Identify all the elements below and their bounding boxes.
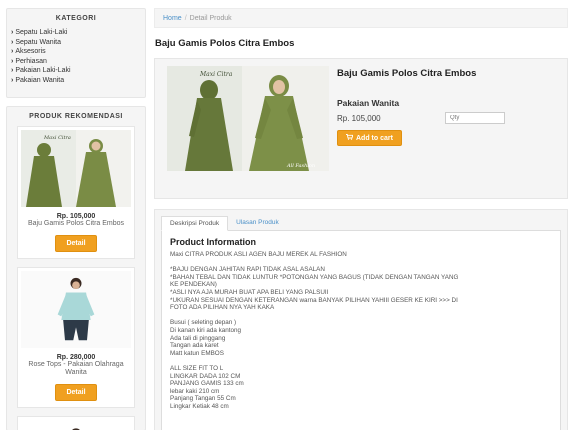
description-line: *BAJU DENGAN JAHITAN RAPI TIDAK ASAL ASA… bbox=[170, 266, 325, 274]
recommended-card: Maxi Citra Rp. 105,000 Baju Gamis Polos … bbox=[17, 126, 135, 259]
description-line: *ASLI NYA AJA MURAH BUAT APA BELI YANG P… bbox=[170, 288, 329, 296]
description-line bbox=[170, 357, 552, 365]
description-line: Di kanan kiri ada kantong bbox=[170, 326, 242, 334]
description-line: LINGKAR DADA 102 CM bbox=[170, 372, 241, 380]
description-line: FOTO ADA PILIHAN NYA YAH KAKA bbox=[170, 304, 275, 312]
category-item-sepatu-laki-laki[interactable]: › Sepatu Laki-Laki bbox=[11, 28, 141, 38]
category-label: Pakaian Wanita bbox=[15, 76, 65, 84]
rose-tops-photo bbox=[21, 273, 131, 345]
page-title: Baju Gamis Polos Citra Embos bbox=[155, 38, 295, 49]
chevron-right-icon: › bbox=[11, 76, 14, 84]
tab-deskripsi-produk[interactable]: Deskripsi Produk bbox=[161, 216, 229, 231]
product-image-brand: Maxi Citra bbox=[199, 71, 233, 78]
product-category: Pakaian Wanita bbox=[337, 98, 400, 108]
description-line bbox=[170, 312, 552, 320]
category-item-perhiasan[interactable]: › Perhiasan bbox=[11, 57, 141, 67]
description-line: ALL SIZE FIT TO L bbox=[170, 364, 224, 372]
recommended-product-image[interactable] bbox=[21, 419, 131, 430]
product-main-image[interactable]: Maxi Citra All Fashion bbox=[167, 66, 329, 171]
chevron-right-icon: › bbox=[11, 48, 14, 55]
category-label: Aksesoris bbox=[15, 48, 46, 55]
description-box: Deskripsi Produk Ulasan Produk Product I… bbox=[154, 209, 568, 430]
category-item-pakaian-laki-laki[interactable]: › Pakaian Laki-Laki bbox=[11, 66, 141, 76]
description-line: Tangan ada karet bbox=[170, 342, 219, 350]
chevron-right-icon: › bbox=[11, 67, 14, 74]
description-line: Panjang Tangan 55 Cm bbox=[170, 395, 236, 403]
category-item-sepatu-wanita[interactable]: › Sepatu Wanita bbox=[11, 38, 141, 48]
category-list: › Sepatu Laki-Laki › Sepatu Wanita › Akseso… bbox=[11, 28, 141, 85]
recommended-name[interactable]: Rose Tops - Pakaian Olahraga Wanita bbox=[21, 361, 131, 378]
breadcrumb: Home / Detail Produk bbox=[154, 8, 568, 28]
svg-text:All Fashion: All Fashion bbox=[286, 163, 315, 169]
product-price: Rp. 105,000 bbox=[337, 113, 381, 123]
category-item-pakaian-wanita[interactable]: › Pakaian Wanita bbox=[11, 76, 141, 86]
recommended-price: Rp. 105,000 bbox=[56, 213, 96, 220]
recommended-card bbox=[17, 415, 135, 430]
add-to-cart-button[interactable]: Add to cart bbox=[337, 130, 402, 146]
description-line: Maxi CITRA PRODUK ASLI AGEN BAJU MEREK A… bbox=[170, 251, 347, 258]
add-to-cart-label: Add to cart bbox=[356, 134, 393, 142]
main-content: Home / Detail Produk Baju Gamis Polos Citr… bbox=[154, 8, 568, 430]
breadcrumb-home-link[interactable]: Home bbox=[163, 15, 182, 22]
breadcrumb-current: Detail Produk bbox=[189, 15, 232, 22]
description-line bbox=[170, 259, 552, 267]
breadcrumb-separator: / bbox=[184, 15, 187, 22]
product-name: Baju Gamis Polos Citra Embos bbox=[337, 68, 477, 79]
price-row: Rp. 105,000 bbox=[337, 112, 557, 124]
detail-button[interactable]: Detail bbox=[55, 234, 97, 252]
sidebar: KATEGORI › Sepatu Laki-Laki › Sepatu Wanit… bbox=[6, 8, 146, 430]
recommended-product-image[interactable] bbox=[21, 270, 131, 348]
category-item-aksesoris[interactable]: › Aksesoris bbox=[11, 47, 141, 57]
recommended-card: Rp. 280,000 Rose Tops - Pakaian Olahraga… bbox=[17, 266, 135, 408]
description-line: Matt katun EMBOS bbox=[170, 349, 224, 357]
product-box: Maxi Citra All Fashion Baju Gamis Polos … bbox=[154, 58, 568, 199]
detail-button[interactable]: Detail bbox=[55, 383, 97, 401]
product-info: Baju Gamis Polos Citra Embos Pakaian Wan… bbox=[337, 68, 557, 146]
page: KATEGORI › Sepatu Laki-Laki › Sepatu Wanit… bbox=[0, 0, 573, 430]
gamis-photo: Maxi Citra bbox=[21, 130, 131, 207]
chevron-right-icon: › bbox=[11, 57, 14, 65]
description-line: *UKURAN SESUAI DENGAN KETERANGAN warna B… bbox=[170, 296, 458, 304]
description-line: *BAHAN TEBAL DAN TIDAK LUNTUR *POTONGAN … bbox=[170, 273, 459, 281]
description-heading: Product Information bbox=[170, 237, 256, 247]
category-label: Pakaian Laki-Laki bbox=[15, 67, 71, 74]
category-label: Perhiasan bbox=[15, 57, 47, 65]
recommended-price: Rp. 280,000 bbox=[56, 353, 96, 361]
description-line: PANJANG GAMIS 133 cm bbox=[170, 380, 244, 388]
product-photo bbox=[71, 427, 81, 430]
category-label: Sepatu Wanita bbox=[15, 38, 62, 46]
cart-icon bbox=[346, 134, 354, 142]
product-tabs: Deskripsi Produk Ulasan Produk bbox=[161, 216, 561, 231]
chevron-right-icon: › bbox=[11, 38, 14, 46]
recommended-name[interactable]: Baju Gamis Polos Citra Embos bbox=[21, 220, 131, 229]
categories-panel: KATEGORI › Sepatu Laki-Laki › Sepatu Wanit… bbox=[6, 8, 146, 98]
svg-text:Maxi Citra: Maxi Citra bbox=[43, 135, 71, 141]
tab-ulasan-produk[interactable]: Ulasan Produk bbox=[228, 216, 287, 231]
description-line: KE PENDEKAN) bbox=[170, 281, 217, 289]
description-line: Ada tali di pinggang bbox=[170, 334, 226, 342]
categories-title: KATEGORI bbox=[55, 15, 97, 22]
chevron-right-icon: › bbox=[11, 29, 14, 36]
recommended-panel: PRODUK REKOMENDASI Maxi Citra Rp. 105,00… bbox=[6, 106, 146, 430]
product-photo: Maxi Citra All Fashion bbox=[167, 66, 329, 171]
description-body: Product Information Maxi CITRA PRODUK AS… bbox=[161, 231, 561, 430]
description-line: Busui ( seleting depan ) bbox=[170, 319, 237, 327]
description-line: lebar kaki 210 cm bbox=[170, 387, 220, 395]
category-label: Sepatu Laki-Laki bbox=[15, 29, 68, 36]
recommended-product-image[interactable]: Maxi Citra bbox=[21, 130, 131, 207]
recommended-title: PRODUK REKOMENDASI bbox=[29, 113, 123, 120]
quantity-input[interactable] bbox=[445, 112, 505, 124]
description-line: Lingkar Ketiak 48 cm bbox=[170, 402, 229, 410]
